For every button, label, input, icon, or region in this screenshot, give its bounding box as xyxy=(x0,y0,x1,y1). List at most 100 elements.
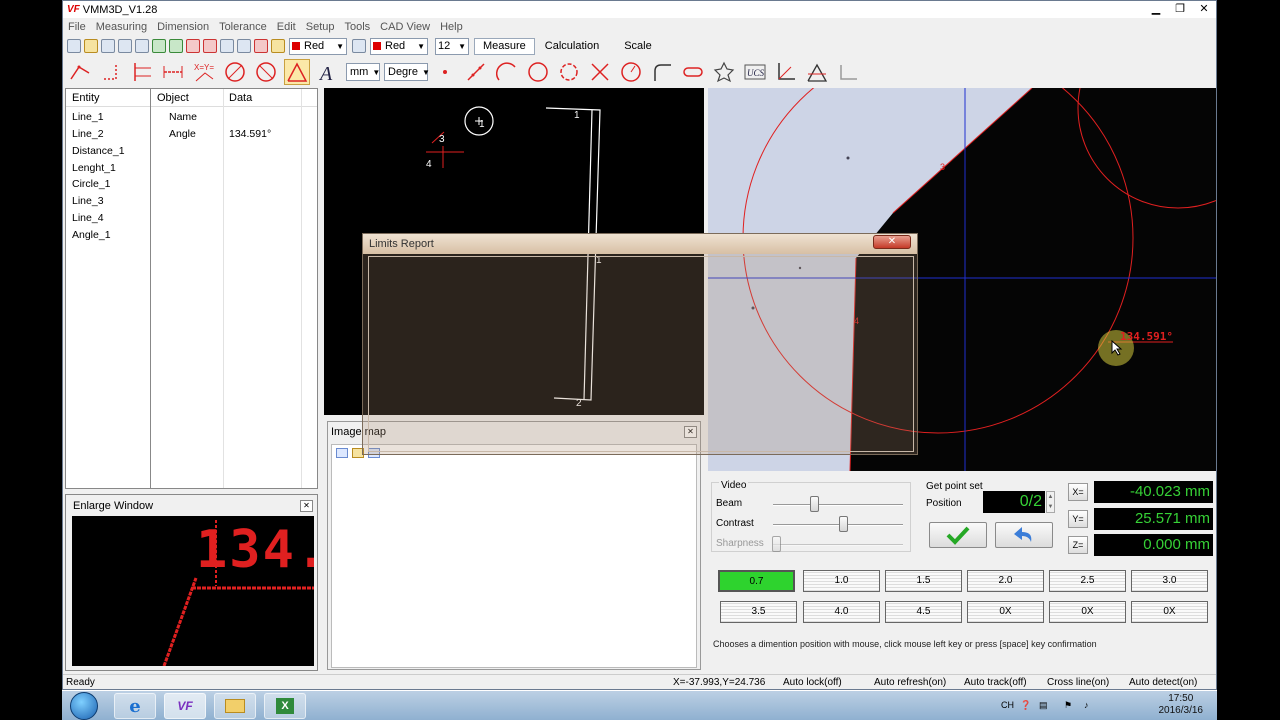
x-axis-button[interactable]: X= xyxy=(1068,483,1088,501)
font-size-select[interactable]: 12 ▼ xyxy=(435,37,469,55)
menu-dimension[interactable]: Dimension xyxy=(152,21,214,33)
start-button[interactable] xyxy=(70,692,98,720)
property-value[interactable]: 134.591° xyxy=(229,128,271,140)
xy-coordinate-icon[interactable]: X=Y= xyxy=(191,59,217,85)
vmm3d-taskbar-icon[interactable]: VF xyxy=(164,693,206,719)
ruler-icon[interactable] xyxy=(835,59,861,85)
corner-point-icon[interactable] xyxy=(98,59,124,85)
close-icon[interactable]: ✕ xyxy=(300,500,313,512)
text-tool-icon[interactable]: A xyxy=(315,59,341,85)
status-auto-detect[interactable]: Auto detect(on) xyxy=(1129,677,1197,688)
status-cross-line[interactable]: Cross line(on) xyxy=(1047,677,1109,688)
menu-measuring[interactable]: Measuring xyxy=(91,21,152,33)
new-map-icon[interactable] xyxy=(336,448,348,458)
circle-3pt-icon[interactable] xyxy=(525,59,551,85)
menu-setup[interactable]: Setup xyxy=(301,21,340,33)
zoom-button-3-5[interactable]: 3.5 xyxy=(720,601,797,623)
tab-calculation[interactable]: Calculation xyxy=(536,38,608,55)
close-button[interactable]: ✕ xyxy=(1192,1,1216,17)
arc-circle-icon[interactable] xyxy=(253,59,279,85)
zoom-button-2-0[interactable]: 2.0 xyxy=(967,570,1044,592)
menu-cad-view[interactable]: CAD View xyxy=(375,21,435,33)
angle-icon[interactable] xyxy=(284,59,310,85)
comment-icon[interactable] xyxy=(220,39,234,53)
entity-row[interactable]: Angle_1 xyxy=(72,229,111,241)
tab-scale[interactable]: Scale xyxy=(615,38,661,55)
save-icon[interactable] xyxy=(135,39,149,53)
menu-edit[interactable]: Edit xyxy=(272,21,301,33)
slot-icon[interactable] xyxy=(680,59,706,85)
help-icon[interactable] xyxy=(237,39,251,53)
ime-indicator[interactable]: CH xyxy=(1001,700,1014,710)
align-icon[interactable] xyxy=(804,59,830,85)
intersection-icon[interactable] xyxy=(587,59,613,85)
zoom-button-4-5[interactable]: 4.5 xyxy=(885,601,962,623)
text-color-icon[interactable] xyxy=(352,39,366,53)
menu-tolerance[interactable]: Tolerance xyxy=(214,21,272,33)
export-icon[interactable] xyxy=(152,39,166,53)
tray-help-icon[interactable]: ❓ xyxy=(1020,700,1031,711)
ucs-icon[interactable]: UCS xyxy=(742,59,768,85)
image-map-view[interactable] xyxy=(331,444,697,668)
point-icon[interactable] xyxy=(432,59,458,85)
tray-volume-icon[interactable]: ♪ xyxy=(1084,700,1089,710)
undo-point-button[interactable] xyxy=(995,522,1053,548)
status-auto-lock[interactable]: Auto lock(off) xyxy=(783,677,842,688)
beam-slider[interactable] xyxy=(810,496,819,512)
zoom-button-1-0[interactable]: 1.0 xyxy=(803,570,880,592)
status-auto-track[interactable]: Auto track(off) xyxy=(964,677,1027,688)
entity-row[interactable]: Line_4 xyxy=(72,212,104,224)
tray-network-icon[interactable]: ▤ xyxy=(1039,700,1048,711)
entity-row[interactable]: Line_2 xyxy=(72,128,104,140)
paint-icon[interactable] xyxy=(271,39,285,53)
sharpness-slider[interactable] xyxy=(772,536,781,552)
dialog-title-bar[interactable]: Limits Report ✕ xyxy=(363,234,917,254)
zoom-button-0x[interactable]: 0X xyxy=(1131,601,1208,623)
camera-icon[interactable] xyxy=(101,39,115,53)
parallel-lines-icon[interactable] xyxy=(129,59,155,85)
minimize-button[interactable]: ▁ xyxy=(1144,1,1168,17)
contrast-slider[interactable] xyxy=(839,516,848,532)
ie-taskbar-icon[interactable]: e xyxy=(114,693,156,719)
fillet-icon[interactable] xyxy=(649,59,675,85)
entity-row[interactable]: Distance_1 xyxy=(72,145,125,157)
multi-point-circle-icon[interactable] xyxy=(556,59,582,85)
menu-tools[interactable]: Tools xyxy=(339,21,375,33)
arc-icon[interactable] xyxy=(494,59,520,85)
axis-icon[interactable] xyxy=(773,59,799,85)
zoom-button-4-0[interactable]: 4.0 xyxy=(803,601,880,623)
maximize-button[interactable]: ❐ xyxy=(1168,1,1192,17)
menu-help[interactable]: Help xyxy=(435,21,468,33)
contour-icon[interactable] xyxy=(711,59,737,85)
text-color-select[interactable]: Red ▼ xyxy=(370,37,428,55)
point-line-icon[interactable] xyxy=(67,59,93,85)
excel-taskbar-icon[interactable]: X xyxy=(264,693,306,719)
new-file-icon[interactable] xyxy=(67,39,81,53)
angle-unit-select[interactable]: Degre ▼ xyxy=(384,63,430,81)
tray-flag-icon[interactable]: ⚑ xyxy=(1064,700,1072,711)
explorer-taskbar-icon[interactable] xyxy=(214,693,256,719)
entity-row[interactable]: Circle_1 xyxy=(72,178,111,190)
entity-row[interactable]: Line_3 xyxy=(72,195,104,207)
clock[interactable]: 17:50 2016/3/16 xyxy=(1159,693,1204,717)
zoom-button-3-0[interactable]: 3.0 xyxy=(1131,570,1208,592)
zoom-button-0x[interactable]: 0X xyxy=(1049,601,1126,623)
zoom-button-2-5[interactable]: 2.5 xyxy=(1049,570,1126,592)
line-color-select[interactable]: Red ▼ xyxy=(289,37,347,55)
circle-icon[interactable] xyxy=(222,59,248,85)
line-icon[interactable] xyxy=(463,59,489,85)
menu-file[interactable]: File xyxy=(63,21,91,33)
position-spinner[interactable]: ▲ ▼ xyxy=(1046,491,1055,513)
image-icon[interactable] xyxy=(118,39,132,53)
delete-icon[interactable] xyxy=(203,39,217,53)
unit-select[interactable]: mm ▼ xyxy=(346,63,380,81)
report-icon[interactable] xyxy=(169,39,183,53)
undo-icon[interactable] xyxy=(186,39,200,53)
confirm-button[interactable] xyxy=(929,522,987,548)
zoom-button-1-5[interactable]: 1.5 xyxy=(885,570,962,592)
open-folder-icon[interactable] xyxy=(84,39,98,53)
gauge-icon[interactable] xyxy=(618,59,644,85)
zoom-button-0-7[interactable]: 0.7 xyxy=(718,570,795,592)
zoom-button-0x[interactable]: 0X xyxy=(967,601,1044,623)
status-auto-refresh[interactable]: Auto refresh(on) xyxy=(874,677,946,688)
